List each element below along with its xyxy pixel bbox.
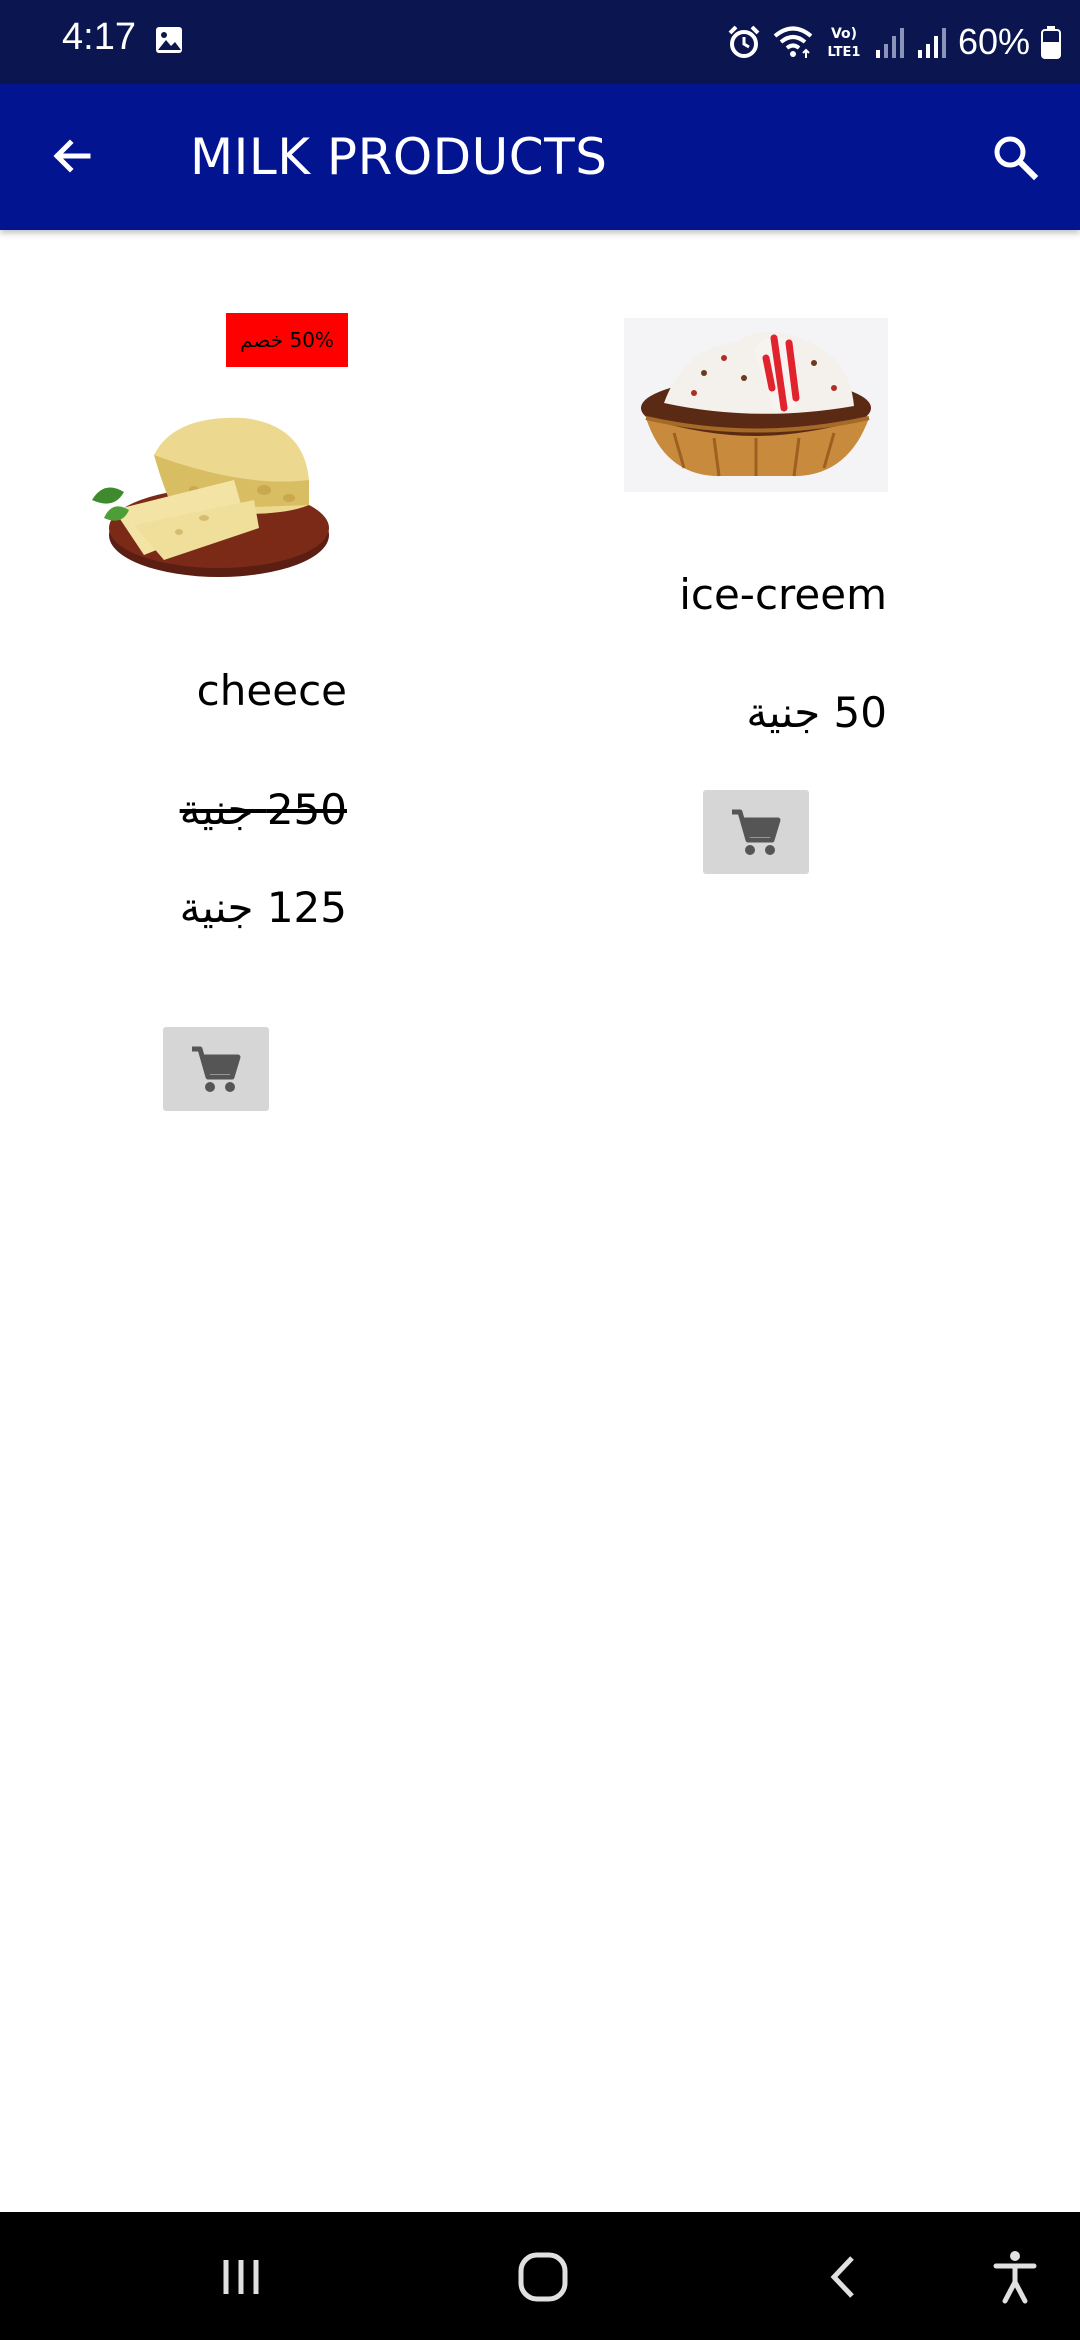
old-price: 250 جنية: [179, 785, 347, 834]
search-icon: [994, 136, 1039, 181]
nav-back-button[interactable]: [810, 2242, 880, 2312]
discount-badge: 50% خصم: [226, 313, 348, 367]
product-card-cheese[interactable]: 50% خصم cheece 250 جنية 125 جنية: [0, 230, 540, 1130]
current-price: 50 جنية: [746, 688, 887, 737]
current-price: 125 جنية: [179, 883, 347, 932]
status-time: 4:17: [62, 16, 136, 58]
ice-cream-image: [624, 318, 888, 492]
battery-percent: 60%: [957, 21, 1030, 62]
cheese-image: [92, 417, 329, 577]
accessibility-button[interactable]: [980, 2242, 1050, 2312]
status-icons: Vo) LTE1 60%: [726, 14, 1062, 70]
back-button[interactable]: [40, 124, 104, 188]
app-bar: MILK PRODUCTS: [0, 84, 1080, 230]
cart-icon: [192, 1046, 241, 1092]
recent-apps-icon: [223, 2260, 259, 2294]
home-icon: [518, 2252, 568, 2302]
arrow-back-icon: [53, 139, 91, 173]
battery-icon: [1041, 26, 1061, 59]
search-button[interactable]: [980, 122, 1050, 192]
signal-icon: [917, 28, 946, 58]
system-nav-bar: [0, 2212, 1080, 2340]
cart-icon: [732, 809, 781, 855]
add-to-cart-button[interactable]: [163, 1027, 269, 1111]
gallery-icon: [156, 27, 182, 53]
alarm-icon: [728, 25, 760, 58]
accessibility-icon: [993, 2251, 1037, 2304]
back-icon: [830, 2256, 854, 2298]
volte-icon: Vo) LTE1: [827, 26, 860, 60]
product-name: cheece: [196, 666, 347, 715]
page-title: MILK PRODUCTS: [190, 128, 608, 186]
signal-icon: [875, 28, 904, 58]
product-card-ice-cream[interactable]: ice-creem 50 جنية: [540, 230, 1080, 930]
recent-apps-button[interactable]: [206, 2242, 276, 2312]
svg-text:LTE1: LTE1: [827, 45, 860, 60]
product-name: ice-creem: [679, 570, 887, 619]
add-to-cart-button[interactable]: [703, 790, 809, 874]
status-bar: 4:17 Vo) LTE1 60%: [0, 0, 1080, 84]
home-button[interactable]: [508, 2242, 578, 2312]
svg-text:Vo): Vo): [831, 26, 857, 42]
wifi-icon: [773, 26, 813, 58]
